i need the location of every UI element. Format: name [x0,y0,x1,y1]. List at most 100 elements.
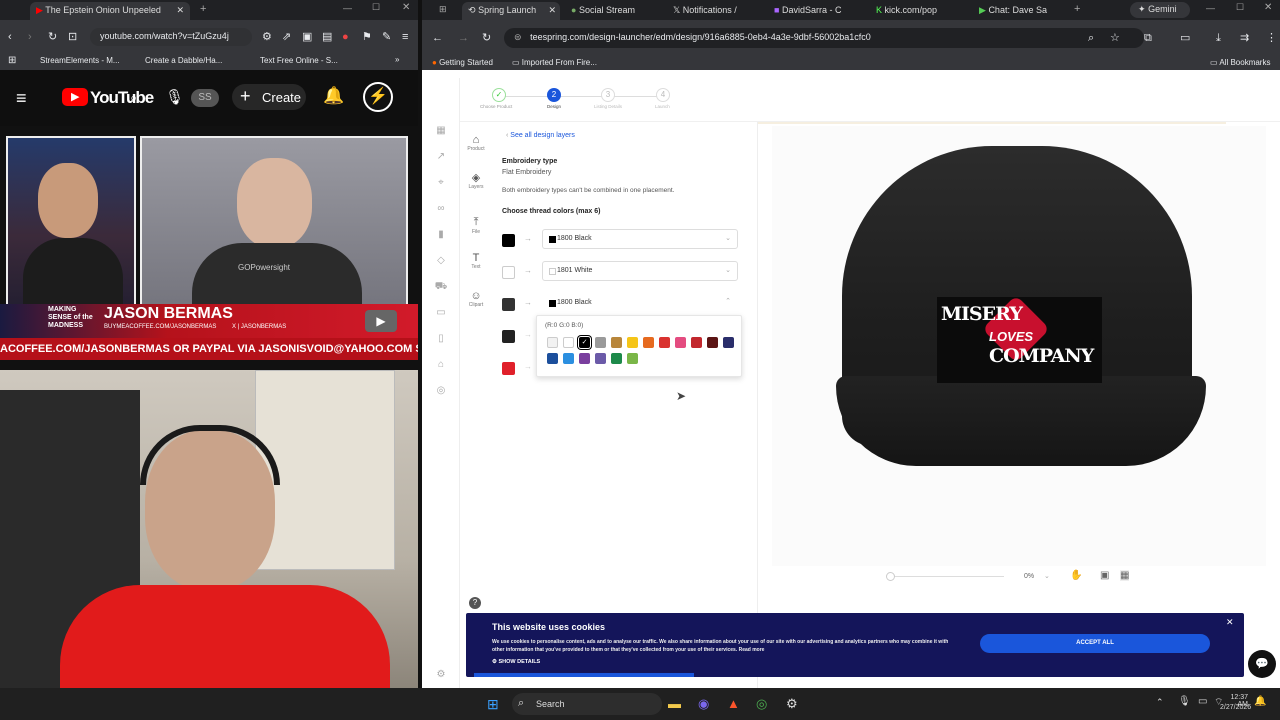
thread-color-option[interactable] [627,353,638,364]
tab-youtube[interactable]: ▶ The Epstein Onion Unpeeled ✕ [30,2,190,20]
reload-icon[interactable]: ↻ [482,31,491,45]
share-icon[interactable]: ⇉ [1240,31,1249,45]
chevron-down-icon[interactable]: ⌄ [1044,572,1050,580]
thread-color-option[interactable] [611,353,622,364]
step-done-check-icon[interactable]: ✓ [492,88,506,102]
back-link[interactable]: ‹ See all design layers [506,132,575,139]
card-icon[interactable]: ▭ [434,306,448,320]
maximize-icon[interactable]: ☐ [372,2,380,13]
more-bookmarks-icon[interactable]: » [395,55,399,64]
tool-layers[interactable]: ◈ Layers [462,171,490,190]
thread-color-option[interactable] [563,353,574,364]
store-icon[interactable]: ⌂ [434,358,448,372]
bookmark-folder[interactable]: ▭ Imported From Fire... [512,58,597,67]
search-icon[interactable]: ⌕ [130,90,137,106]
thread-color-option[interactable] [579,353,590,364]
download-icon[interactable]: ⤓ [1216,31,1221,45]
tab-spring-launch[interactable]: ⟲ Spring Launch ✕ [462,2,560,20]
chart-icon[interactable]: ▮ [434,228,448,242]
thread-color-option[interactable] [595,353,606,364]
bookmark-item[interactable]: Text Free Online - S... [260,56,338,65]
thread-color-dropdown[interactable]: 1801 White ⌄ [542,261,738,281]
extension-icon[interactable]: ● [342,30,349,44]
thread-color-option[interactable] [595,337,606,348]
tool-clipart[interactable]: ☺ Clipart [462,290,490,308]
extensions-icon[interactable]: ⧉ [1144,31,1152,45]
label-icon[interactable]: ◇ [434,254,448,268]
minimize-icon[interactable]: — [343,3,352,13]
avatar[interactable]: SS [191,89,219,107]
thread-color-option[interactable] [707,337,718,348]
close-window-icon[interactable]: ✕ [402,2,410,13]
extension-icon[interactable]: ⚑ [362,30,372,44]
view-grid-icon[interactable]: ▦ [1120,570,1130,581]
maximize-icon[interactable]: ☐ [1236,2,1244,13]
display-icon[interactable]: ▭ [1198,696,1207,707]
apps-icon[interactable]: ⊞ [8,54,16,68]
thread-color-option[interactable] [675,337,686,348]
document-icon[interactable]: ▯ [434,332,448,346]
thread-color-option[interactable] [723,337,734,348]
reload-icon[interactable]: ↻ [48,30,57,44]
close-icon[interactable]: ✕ [548,5,556,16]
notification-icon[interactable]: 🔔 [1254,696,1266,707]
all-bookmarks[interactable]: ▭ All Bookmarks [1210,58,1270,67]
clock-date[interactable]: 2/27/2026 [1220,704,1251,711]
layout-icon[interactable]: ▦ [434,124,448,138]
brave-icon[interactable]: ▲ [727,696,740,711]
bookmark-icon[interactable]: ⊡ [68,30,77,44]
help-icon[interactable]: ? [469,597,481,609]
hand-icon[interactable]: ✋ [1070,570,1082,581]
menu-icon[interactable]: ⋮ [1266,31,1277,45]
minimize-icon[interactable]: — [1206,3,1215,13]
tool-file[interactable]: ⤒ File [462,216,490,235]
avatar[interactable]: ⚡ [363,82,393,112]
forward-icon[interactable]: › [28,30,32,44]
new-tab-icon[interactable]: + [1074,3,1080,15]
step-upcoming[interactable]: 4 [656,88,670,102]
back-icon[interactable]: ← [432,31,443,45]
video-player[interactable]: GOPowersight MAKING SENSE of the MADNESS… [0,126,418,370]
link-icon[interactable]: ∞ [434,202,448,216]
tab-notifications[interactable]: 𝕏 Notifications / [667,2,757,20]
right-address-bar[interactable]: ⊜ teespring.com/design-launcher/edm/desi… [504,28,1144,48]
tool-product[interactable]: ⌂ Product [462,134,490,152]
thread-color-option[interactable] [643,337,654,348]
app-icon[interactable]: ⚙ [786,696,798,712]
hamburger-menu-icon[interactable]: ≡ [16,88,27,109]
step-upcoming[interactable]: 3 [601,88,615,102]
microphone-icon[interactable]: 🎙 [165,88,184,106]
thread-color-option[interactable] [627,337,638,348]
zoom-value[interactable]: 0% [1024,573,1034,580]
close-icon[interactable]: ✕ [1226,617,1234,628]
tab-search-icon[interactable]: ⊞ [439,4,447,15]
chevron-up-icon[interactable]: ⌃ [1156,697,1164,708]
close-window-icon[interactable]: ✕ [1264,2,1272,13]
taskbar-search[interactable]: ⌕ Search [512,693,662,715]
bookmark-item[interactable]: Create a Dabble/Ha... [145,56,222,65]
support-icon[interactable]: ◎ [434,384,448,398]
forward-icon[interactable]: → [458,31,469,45]
star-icon[interactable]: ☆ [1110,31,1120,45]
step-current[interactable]: 2 [547,88,561,102]
accept-all-button[interactable]: ACCEPT ALL [980,634,1210,653]
bookmark-item[interactable]: StreamElements - M... [40,56,120,65]
cart-icon[interactable]: ⛟ [434,280,448,294]
analytics-icon[interactable]: ↗ [434,150,448,164]
sidepanel-icon[interactable]: ▭ [1180,31,1190,45]
thread-color-option[interactable]: ✓ [579,337,590,348]
extension-icon[interactable]: ⚙ [262,30,272,44]
bell-icon[interactable]: 🔔 [323,86,344,106]
close-icon[interactable]: ✕ [176,5,184,16]
tab-chat[interactable]: ▶ Chat: Dave Sa [973,2,1063,20]
settings-icon[interactable]: ⚙ [434,668,448,682]
thread-color-option[interactable] [691,337,702,348]
chat-icon[interactable]: 💬 [1248,650,1276,678]
extension-icon[interactable]: ✎ [382,30,391,44]
youtube-logo-text[interactable]: YouTube [90,88,154,108]
tag-icon[interactable]: ⌖ [434,176,448,190]
zoom-icon[interactable]: ⌕ [1088,31,1094,45]
create-button[interactable]: + Create [232,84,306,110]
windows-start-icon[interactable]: ⊞ [487,696,499,713]
back-icon[interactable]: ‹ [8,30,12,44]
